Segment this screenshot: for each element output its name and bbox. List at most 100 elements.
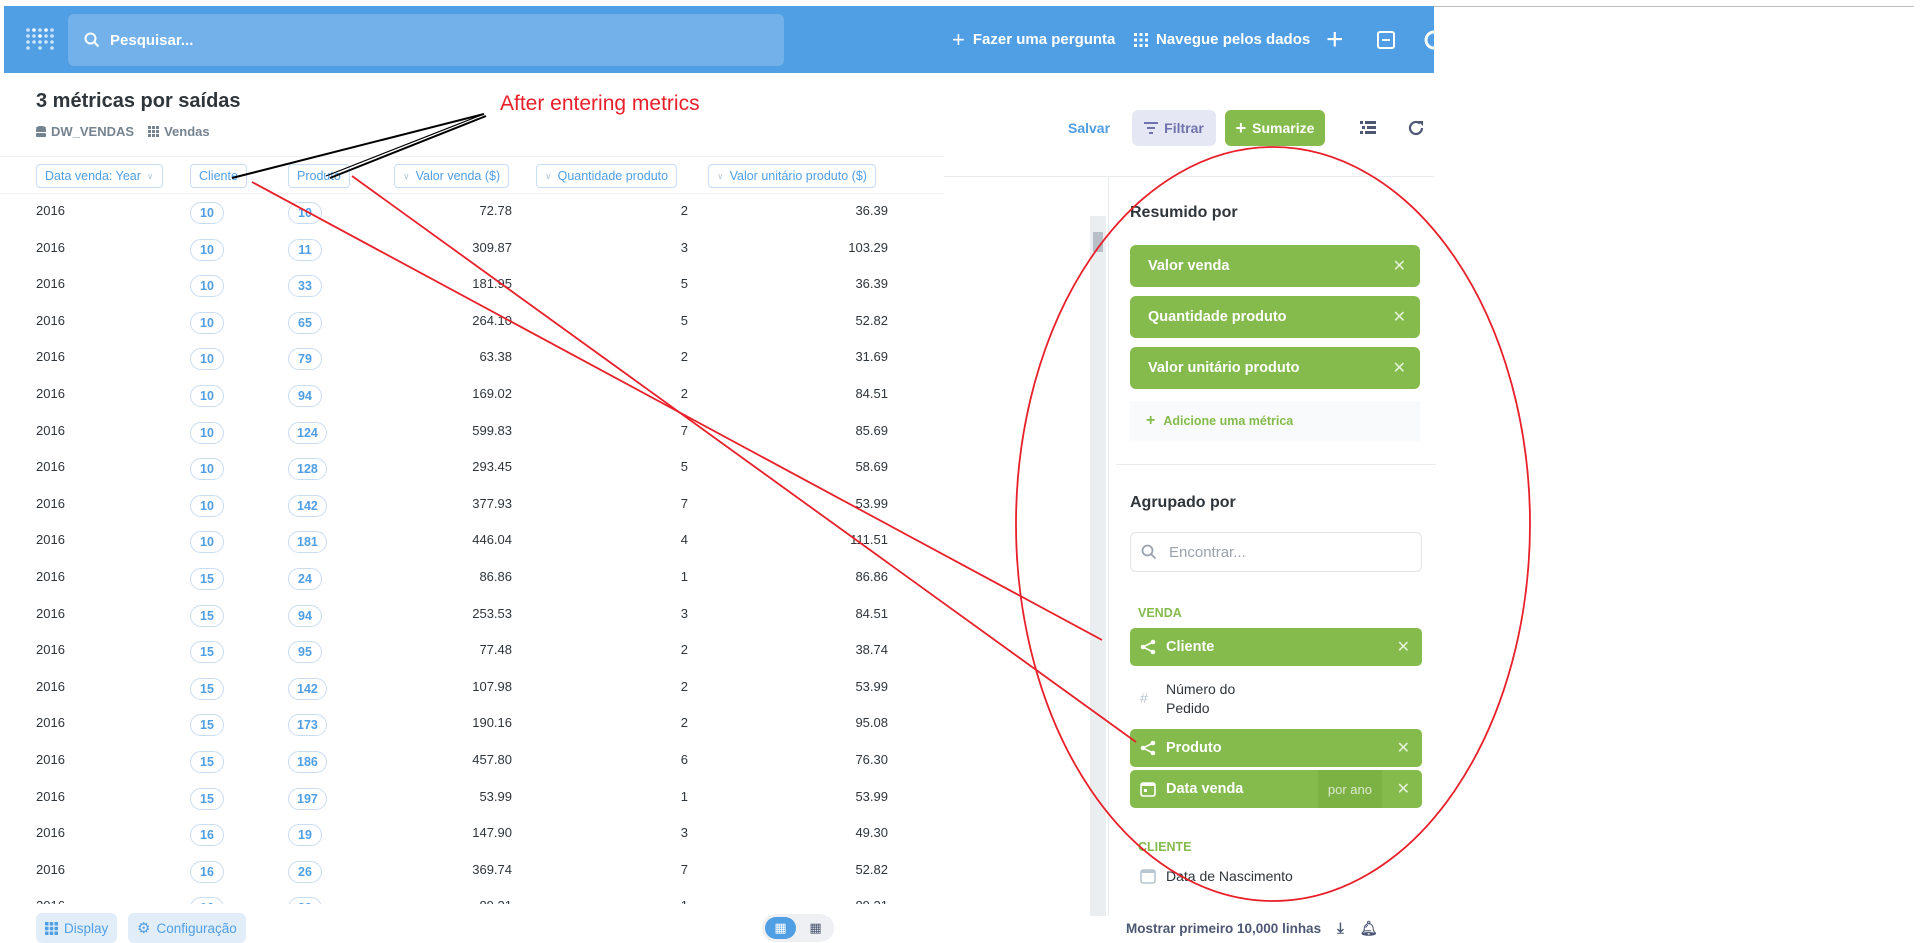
cliente-link[interactable]: 10 — [190, 531, 224, 554]
bell-icon[interactable]: 🔔︎ — [1360, 920, 1378, 937]
table-view-icon[interactable]: ▦ — [765, 917, 796, 939]
gear-icon[interactable] — [1420, 6, 1434, 73]
produto-link[interactable]: 95 — [288, 641, 322, 664]
table-row[interactable]: 2016 10 128 293.45 5 58.69 — [0, 450, 944, 486]
produto-link[interactable]: 11 — [288, 238, 322, 261]
close-icon[interactable]: ✕ — [1397, 637, 1410, 657]
metric-valor-unitario[interactable]: Valor unitário produto ✕ — [1130, 347, 1420, 389]
table-row[interactable]: 2016 15 197 53.99 1 53.99 — [0, 780, 944, 816]
refresh-icon[interactable] — [1404, 116, 1428, 140]
table-row[interactable]: 2016 10 181 446.04 4 111.51 — [0, 523, 944, 559]
cliente-link[interactable]: 16 — [190, 860, 224, 883]
table-row[interactable]: 2016 10 124 599.83 7 85.69 — [0, 414, 944, 450]
table-row[interactable]: 2016 10 142 377.93 7 53.99 — [0, 487, 944, 523]
cliente-link[interactable]: 16 — [190, 824, 224, 847]
save-button[interactable]: Salvar — [1068, 110, 1110, 146]
dimension-numero-pedido[interactable]: # Número do Pedido — [1130, 680, 1422, 718]
close-icon[interactable]: ✕ — [1393, 307, 1406, 327]
cliente-link[interactable]: 10 — [190, 385, 224, 407]
dimension-data-venda[interactable]: Data venda por ano ✕ — [1130, 770, 1422, 808]
table-row[interactable]: 2016 10 33 181.95 5 36.39 — [0, 267, 944, 303]
cliente-link[interactable]: 15 — [190, 714, 224, 737]
close-icon[interactable]: ✕ — [1397, 779, 1410, 799]
table-crumb[interactable]: Vendas — [148, 124, 210, 139]
produto-link[interactable]: 10 — [288, 202, 322, 224]
close-icon[interactable]: ✕ — [1393, 358, 1406, 378]
cliente-link[interactable]: 10 — [190, 275, 224, 298]
settings-button[interactable]: ⚙ Configuração — [128, 913, 246, 943]
cliente-link[interactable]: 15 — [190, 604, 224, 627]
find-dimension-input[interactable]: Encontrar... — [1130, 532, 1422, 572]
cliente-link[interactable]: 16 — [190, 897, 224, 904]
produto-link[interactable]: 39 — [288, 897, 322, 904]
cliente-link[interactable]: 10 — [190, 494, 224, 517]
cliente-link[interactable]: 15 — [190, 677, 224, 700]
column-header-cliente[interactable]: Cliente — [190, 164, 247, 188]
table-row[interactable]: 2016 15 95 77.48 2 38.74 — [0, 633, 944, 669]
cliente-link[interactable]: 15 — [190, 787, 224, 810]
table-row[interactable]: 2016 10 94 169.02 2 84.51 — [0, 377, 944, 413]
cliente-link[interactable]: 15 — [190, 568, 224, 590]
column-header-quantidade[interactable]: ∨ Quantidade produto — [536, 164, 678, 188]
produto-link[interactable]: 26 — [288, 860, 322, 883]
column-header-produto[interactable]: Produto — [288, 164, 350, 188]
temporal-bin-selector[interactable]: por ano — [1317, 770, 1382, 808]
row-limit-text[interactable]: Mostrar primeiro 10,000 linhas — [1126, 921, 1321, 936]
produto-link[interactable]: 142 — [288, 677, 327, 700]
produto-link[interactable]: 33 — [288, 275, 322, 298]
produto-link[interactable]: 94 — [288, 604, 322, 627]
produto-link[interactable]: 19 — [288, 824, 322, 847]
dimension-cliente[interactable]: Cliente ✕ — [1130, 628, 1422, 666]
table-row[interactable]: 2016 16 19 147.90 3 49.30 — [0, 816, 944, 852]
metric-quantidade-produto[interactable]: Quantidade produto ✕ — [1130, 296, 1420, 338]
produto-link[interactable]: 24 — [288, 568, 322, 590]
produto-link[interactable]: 124 — [288, 421, 327, 444]
download-icon[interactable]: ⤓ — [1337, 920, 1344, 937]
produto-link[interactable]: 186 — [288, 751, 327, 773]
cliente-link[interactable]: 10 — [190, 202, 224, 224]
produto-link[interactable]: 173 — [288, 714, 327, 737]
metric-valor-venda[interactable]: Valor venda ✕ — [1130, 245, 1420, 287]
add-metric-button[interactable]: + Adicione uma métrica — [1130, 401, 1420, 441]
dimension-data-nascimento[interactable]: Data de Nascimento — [1130, 868, 1422, 884]
cliente-link[interactable]: 10 — [190, 311, 224, 334]
new-plus-icon[interactable]: + — [1326, 6, 1344, 73]
notebook-icon[interactable] — [1376, 6, 1396, 73]
view-toggle[interactable]: ▦ ▦ — [762, 914, 834, 942]
cliente-link[interactable]: 15 — [190, 751, 224, 773]
produto-link[interactable]: 94 — [288, 385, 322, 407]
close-icon[interactable]: ✕ — [1393, 256, 1406, 276]
cliente-link[interactable]: 10 — [190, 348, 224, 371]
search-input[interactable]: Pesquisar... — [68, 14, 784, 66]
column-header-valor-venda[interactable]: ∨ Valor venda ($) — [394, 164, 510, 188]
table-row[interactable]: 2016 15 173 190.16 2 95.08 — [0, 706, 944, 742]
scrollbar-thumb[interactable] — [1093, 232, 1103, 252]
cliente-link[interactable]: 10 — [190, 458, 224, 481]
scrollbar[interactable] — [1090, 216, 1106, 916]
table-row[interactable]: 2016 10 65 264.10 5 52.82 — [0, 304, 944, 340]
grid-view-icon[interactable]: ▦ — [800, 917, 831, 939]
table-row[interactable]: 2016 10 79 63.38 2 31.69 — [0, 340, 944, 376]
cliente-link[interactable]: 10 — [190, 421, 224, 444]
table-row[interactable]: 2016 15 142 107.98 2 53.99 — [0, 670, 944, 706]
cliente-link[interactable]: 10 — [190, 238, 224, 261]
metabase-logo-icon[interactable] — [24, 24, 56, 56]
produto-link[interactable]: 65 — [288, 311, 322, 334]
dimension-produto[interactable]: Produto ✕ — [1130, 729, 1422, 767]
cliente-link[interactable]: 15 — [190, 641, 224, 664]
produto-link[interactable]: 128 — [288, 458, 327, 481]
table-row[interactable]: 2016 15 94 253.53 3 84.51 — [0, 597, 944, 633]
table-row[interactable]: 2016 16 26 369.74 7 52.82 — [0, 853, 944, 889]
column-header-valor-unitario[interactable]: ∨ Valor unitário produto ($) — [708, 164, 876, 188]
summarize-button[interactable]: + Sumarize — [1225, 110, 1325, 146]
table-row[interactable]: 2016 16 39 89.21 1 89.21 — [0, 889, 944, 904]
table-row[interactable]: 2016 15 186 457.80 6 76.30 — [0, 743, 944, 779]
display-button[interactable]: Display — [36, 913, 118, 943]
notebook-editor-icon[interactable] — [1356, 116, 1380, 140]
produto-link[interactable]: 79 — [288, 348, 322, 371]
database-crumb[interactable]: DW_VENDAS — [36, 124, 134, 139]
browse-data-button[interactable]: Navegue pelos dados — [1134, 6, 1310, 73]
filter-button[interactable]: Filtrar — [1132, 110, 1216, 146]
column-header-data-venda[interactable]: Data venda: Year ∨ — [36, 164, 163, 188]
close-icon[interactable]: ✕ — [1397, 738, 1410, 758]
